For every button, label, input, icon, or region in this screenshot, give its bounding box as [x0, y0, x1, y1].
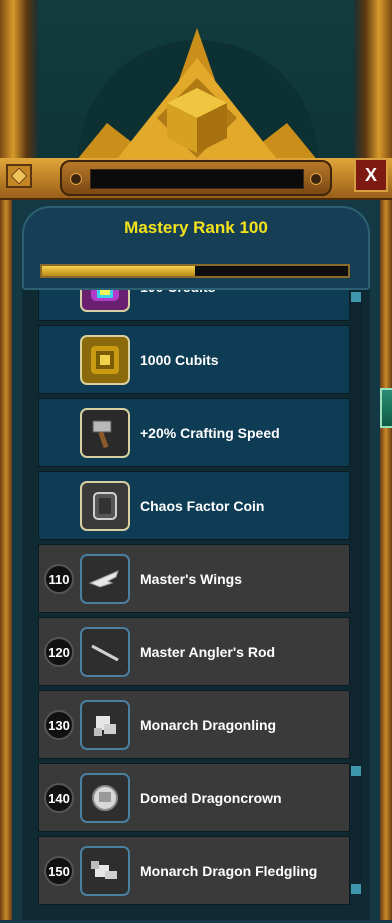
- corner-ornament: [6, 164, 32, 188]
- level-badge: 110: [44, 564, 74, 594]
- panel-frame-left: [0, 158, 12, 920]
- cubits-icon[interactable]: [80, 335, 130, 385]
- reward-label: Monarch Dragonling: [140, 716, 277, 733]
- page-title: Mastery Rank 100: [124, 218, 268, 237]
- bolt-icon: [310, 173, 322, 185]
- level-badge: 130: [44, 710, 74, 740]
- reward-row[interactable]: 1000 Cubits: [38, 325, 350, 394]
- close-button[interactable]: X: [354, 158, 388, 192]
- level-badge: 120: [44, 637, 74, 667]
- reward-label: 1000 Cubits: [140, 351, 219, 368]
- dragoncrown-icon[interactable]: [80, 773, 130, 823]
- chaos-coin-icon[interactable]: [80, 481, 130, 531]
- reward-label: Chaos Factor Coin: [140, 497, 265, 514]
- credits-icon[interactable]: [80, 290, 130, 312]
- progress-fill: [42, 266, 195, 276]
- reward-label: Master Angler's Rod: [140, 643, 276, 660]
- reward-label: 100 Credits: [140, 290, 215, 320]
- reward-list[interactable]: 100 Credits 1000 Cubits +20% Crafting Spee…: [22, 290, 370, 920]
- mastery-progress-bar: [40, 264, 350, 278]
- reward-row[interactable]: Chaos Factor Coin: [38, 471, 350, 540]
- name-plate-slot: [90, 169, 304, 189]
- wings-icon[interactable]: [80, 554, 130, 604]
- reward-label: Monarch Dragon Fledgling: [140, 862, 318, 879]
- side-tab[interactable]: [380, 388, 392, 428]
- scroll-up-icon[interactable]: [351, 292, 361, 302]
- scroll-down-icon[interactable]: [351, 884, 361, 894]
- panel-frame-right: [380, 158, 392, 920]
- reward-row[interactable]: 120 Master Angler's Rod: [38, 617, 350, 686]
- reward-row[interactable]: 100 Credits: [38, 290, 350, 321]
- reward-label: Master's Wings: [140, 570, 243, 587]
- reward-row[interactable]: +20% Crafting Speed: [38, 398, 350, 467]
- left-pillar: [0, 0, 38, 170]
- bolt-icon: [70, 173, 82, 185]
- fishing-rod-icon[interactable]: [80, 627, 130, 677]
- right-pillar: [354, 0, 392, 170]
- mastery-emblem-icon: [62, 28, 332, 178]
- dragon-fledgling-icon[interactable]: [80, 846, 130, 896]
- hammer-icon[interactable]: [80, 408, 130, 458]
- reward-label: Domed Dragoncrown: [140, 789, 282, 806]
- reward-label: +20% Crafting Speed: [140, 424, 280, 441]
- level-badge: 150: [44, 856, 74, 886]
- dragonling-icon[interactable]: [80, 700, 130, 750]
- reward-row[interactable]: 140 Domed Dragoncrown: [38, 763, 350, 832]
- scroll-thumb[interactable]: [351, 766, 361, 776]
- reward-row[interactable]: 130 Monarch Dragonling: [38, 690, 350, 759]
- scrollbar[interactable]: [350, 290, 362, 894]
- reward-row[interactable]: 150 Monarch Dragon Fledgling: [38, 836, 350, 905]
- level-badge: 140: [44, 783, 74, 813]
- name-plate: [60, 160, 332, 196]
- reward-row[interactable]: 110 Master's Wings: [38, 544, 350, 613]
